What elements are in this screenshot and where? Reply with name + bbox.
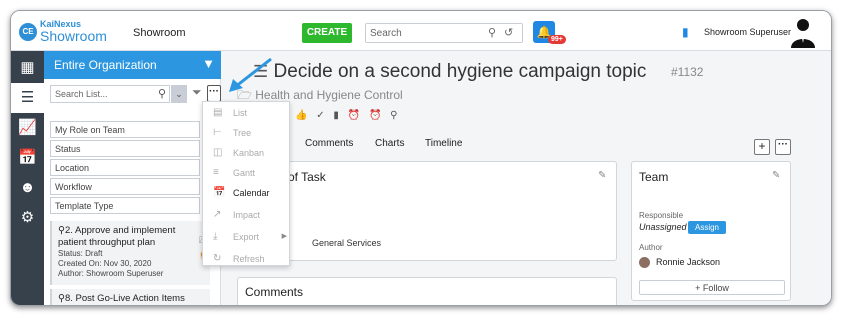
chart-icon[interactable]: 📈 [11,113,44,143]
list-item-title-line1: ⚲8. Post Go-Live Action Items [58,293,185,304]
org-title: Entire Organization [54,58,157,72]
logo-badge: CE [19,23,37,41]
menu-item-gantt[interactable]: ≡ Gantt [203,164,291,184]
list-panel: Entire Organization ▼ Search List... ⚲ ⌄… [44,51,221,305]
export-icon: ⤓ [213,231,218,242]
zoom-icon[interactable]: ⚲ [390,110,400,121]
type-panel: of Task General Services ✎ [237,161,617,261]
tab-comments[interactable]: Comments [305,138,353,149]
menu-item-calendar[interactable]: 📅 Calendar [203,184,291,204]
menu-item-export[interactable]: ⤓ Export ▶ [203,228,291,248]
edit-pencil-icon[interactable]: ✎ [598,170,606,181]
gear-icon[interactable]: ⚙ [11,203,44,233]
submenu-arrow-icon: ▶ [281,233,287,240]
gantt-view-icon: ≡ [213,167,219,178]
list-search-input[interactable]: Search List... ⚲ [50,85,170,103]
folder-name: Health and Hygiene Control [255,88,403,102]
people-icon[interactable]: ☻ [11,173,44,203]
more-options-button[interactable]: ··· [207,85,221,102]
refresh-icon: ↻ [213,253,222,264]
check-circle-icon[interactable]: ✓ [316,110,327,121]
user-name[interactable]: Showroom Superuser [704,27,791,37]
item-number: #1132 [671,65,704,79]
logo-product: Showroom [40,28,107,44]
list-item-author: Author: Showroom Superuser [58,269,164,278]
org-selector[interactable]: Entire Organization ▼ [44,51,221,79]
responsible-value: Unassigned [639,222,687,232]
filter-my-role[interactable]: My Role on Team [50,121,200,138]
responsible-label: Responsible [639,211,684,220]
alarm-icon[interactable]: ⏰ [369,110,384,121]
thumbs-up-icon[interactable]: 👍 [295,110,310,121]
top-bar: CE KaiNexus Showroom Showroom CREATE Sea… [11,11,831,51]
workspace-name: Showroom [133,27,186,39]
notification-count-badge: 99+ [548,35,566,44]
impact-icon: ↗ [213,209,222,220]
caret-down-icon: ▼ [202,56,215,71]
comments-title: Comments [245,285,304,299]
author-label: Author [639,243,663,252]
author-name: Ronnie Jackson [656,257,721,267]
author-row[interactable]: Ronnie Jackson [639,257,721,269]
user-avatar[interactable] [787,16,819,48]
follow-label: Follow [702,283,729,293]
team-panel: Team ✎ Responsible Unassigned Assign Aut… [631,161,791,301]
menu-item-list[interactable]: ▤ List [203,104,291,124]
comments-panel: Comments [237,277,617,305]
type-panel-title: of Task [288,170,326,184]
search-icon[interactable]: ⚲ [158,87,166,100]
menu-item-tree[interactable]: ⊢ Tree [203,124,291,144]
history-icon[interactable]: ↺ [504,26,513,39]
search-icon[interactable]: ⚲ [488,26,496,39]
list-icon[interactable]: ☰ [11,83,44,113]
grid-icon[interactable]: ▦ [11,53,44,83]
team-title: Team [639,170,669,184]
list-item-status: Status: Draft [58,249,103,258]
pointer-arrow-icon [229,57,272,92]
calendar-view-icon: 📅 [213,187,226,198]
search-placeholder: Search [370,28,402,39]
left-nav: ▦ ☰ 📈 📅 ☻ ⚙ [11,51,44,305]
menu-item-refresh[interactable]: ↻ Refresh [203,250,291,270]
page-title: ☰ Decide on a second hygiene campaign to… [253,61,647,82]
list-view-icon: ▤ [213,107,223,118]
create-button[interactable]: CREATE [302,23,352,43]
list-search-placeholder: Search List... [55,89,108,99]
filter-location[interactable]: Location [50,159,200,176]
list-item-title-line1: ⚲2. Approve and implement [58,225,176,236]
type-value: General Services [312,238,382,248]
list-item-created: Created On: Nov 30, 2020 [58,259,152,268]
kainexus-logo[interactable]: CE KaiNexus Showroom [19,19,111,45]
list-item[interactable]: ⚲2. Approve and implement patient throug… [50,221,210,285]
avatar [639,257,650,269]
filter-template-type[interactable]: Template Type [50,197,200,214]
chevron-down-icon[interactable]: ⌄ [171,85,187,103]
tree-view-icon: ⊢ [213,127,222,138]
item-actions-toolbar: 👍 ✓ ▮ ⏰ ⏰ ⚲ [295,110,401,121]
menu-item-kanban[interactable]: ◫ Kanban [203,144,291,164]
edit-pencil-icon[interactable]: ✎ [772,170,780,181]
filter-workflow[interactable]: Workflow [50,178,200,195]
filter-icon[interactable]: ⏷ [192,85,202,100]
list-item[interactable]: ⚲8. Post Go-Live Action Items [50,289,210,305]
bookmark-icon[interactable]: ▮ [682,25,689,39]
tab-charts[interactable]: Charts [375,138,404,149]
alarm-icon[interactable]: ⏰ [348,110,363,121]
search-input[interactable]: Search ⚲ ↺ [365,23,523,43]
more-options-button[interactable]: ··· [775,139,791,155]
bookmark-icon[interactable]: ▮ [333,110,342,121]
follow-button[interactable]: + Follow [639,280,785,295]
view-options-menu: ▤ List ⊢ Tree ◫ Kanban ≡ Gantt 📅 Calendar ↗ Im… [202,101,290,266]
list-item-title-line2: patient throughput plan [58,237,156,248]
menu-item-impact[interactable]: ↗ Impact [203,206,291,226]
calendar-icon[interactable]: 📅 [11,143,44,173]
app-window: CE KaiNexus Showroom Showroom CREATE Sea… [10,10,832,306]
tab-timeline[interactable]: Timeline [425,138,462,149]
add-button[interactable]: + [754,139,770,155]
filter-status[interactable]: Status [50,140,200,157]
kanban-view-icon: ◫ [213,147,223,158]
assign-button[interactable]: Assign [688,221,726,234]
